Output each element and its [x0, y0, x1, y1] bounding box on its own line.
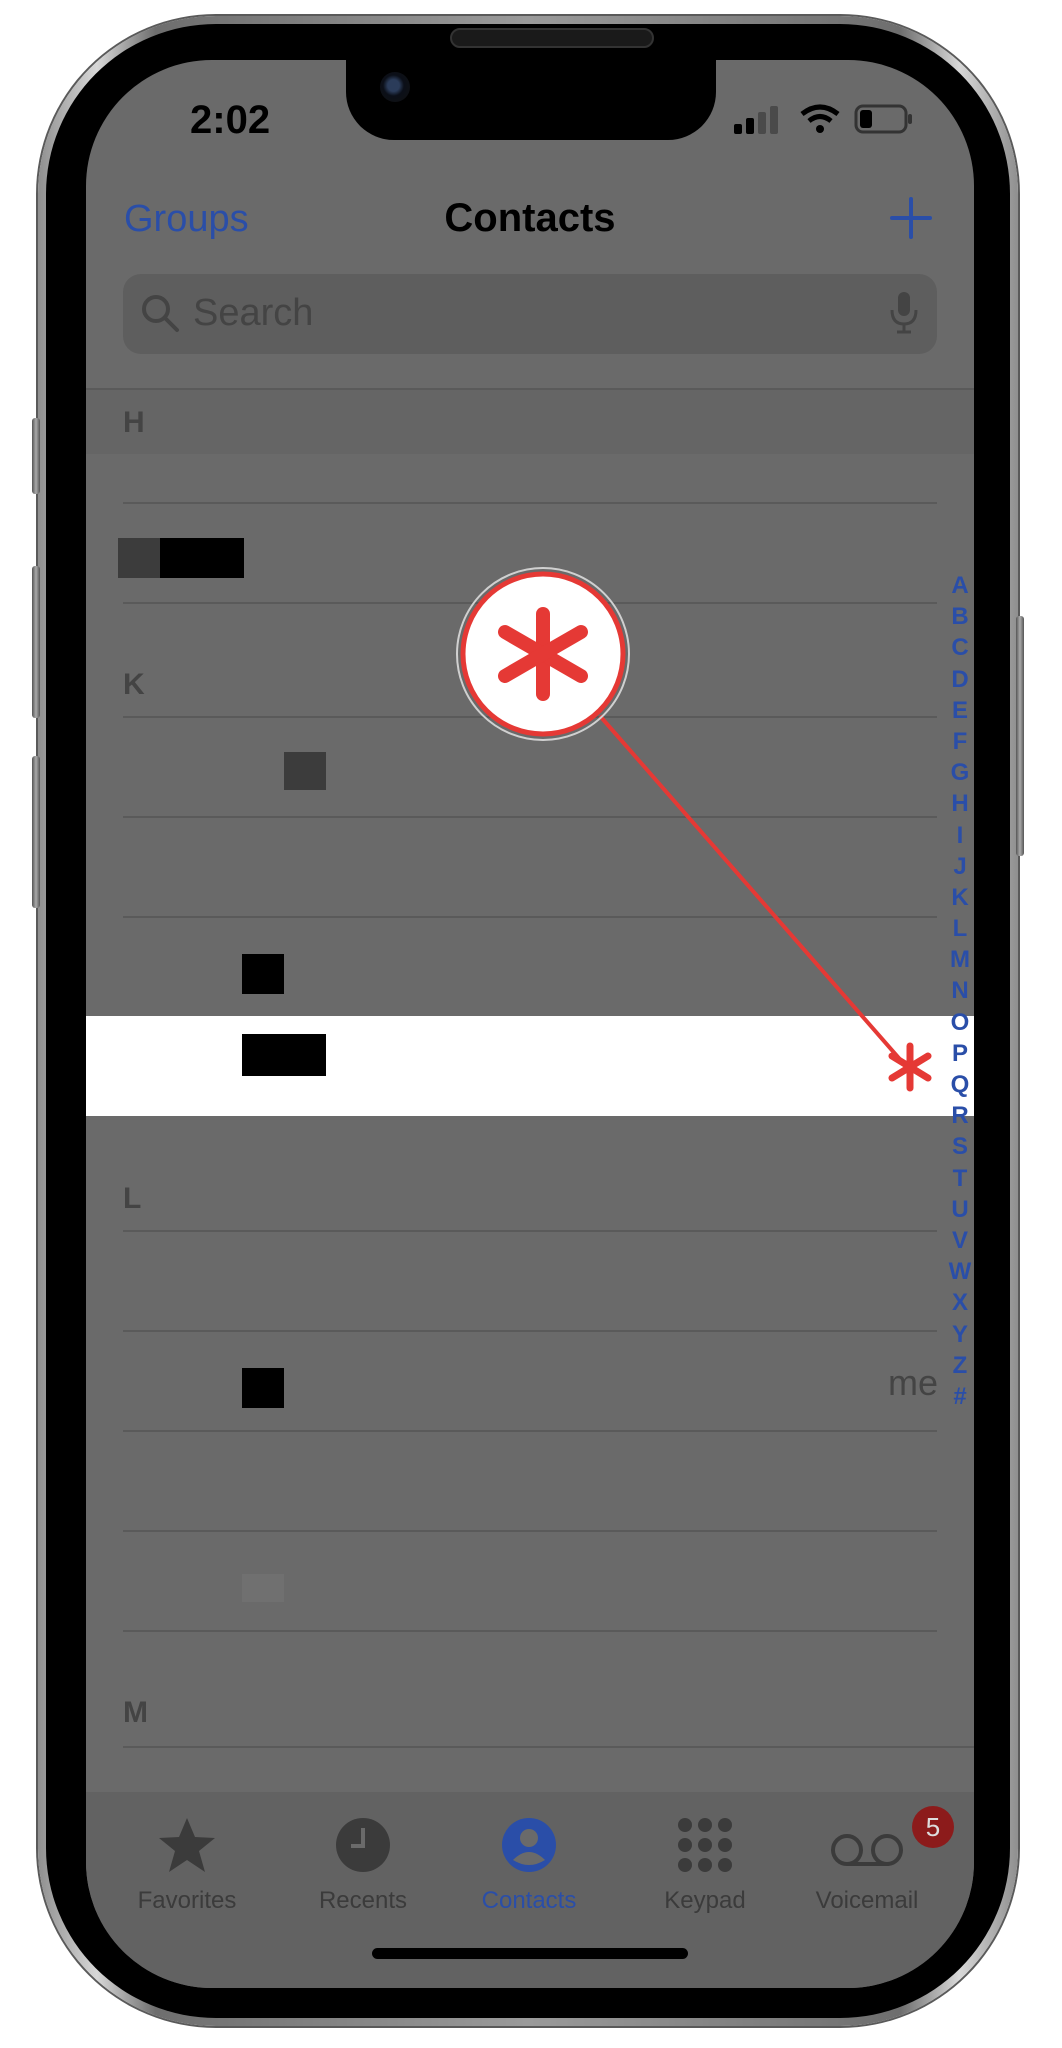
tab-label: Recents — [318, 1887, 408, 1914]
tab-recents[interactable]: Recents — [288, 1816, 438, 1915]
index-letter[interactable]: K — [948, 882, 972, 913]
side-button — [32, 418, 40, 494]
star-icon — [159, 1818, 215, 1872]
index-letter[interactable]: H — [948, 788, 972, 819]
index-letter[interactable]: I — [948, 820, 972, 851]
search-icon — [142, 295, 179, 332]
tab-label: Keypad — [664, 1887, 746, 1914]
index-letter[interactable]: A — [948, 570, 972, 601]
phone-screen: 2:02 Groups Contacts Search H K L me M A… — [86, 60, 974, 1988]
index-letter[interactable]: Q — [948, 1069, 972, 1100]
tab-label: Contacts — [481, 1887, 577, 1914]
redacted-name — [242, 954, 284, 994]
home-indicator — [372, 1948, 688, 1959]
navigation-bar: Groups Contacts — [86, 196, 974, 266]
index-letter[interactable]: W — [948, 1256, 972, 1287]
search-bar[interactable]: Search — [123, 274, 937, 354]
index-letter[interactable]: G — [948, 757, 972, 788]
wifi-icon — [800, 104, 840, 133]
highlighted-contact-row[interactable] — [86, 1016, 974, 1116]
section-letter: L — [123, 1182, 142, 1215]
tab-label: Favorites — [137, 1887, 237, 1914]
battery-icon — [854, 104, 912, 134]
clock-icon — [336, 1818, 390, 1872]
speaker-grille — [450, 28, 654, 48]
index-letter[interactable]: B — [948, 601, 972, 632]
tab-label: Voicemail — [815, 1887, 919, 1914]
redacted-name — [118, 538, 160, 578]
index-letter[interactable]: X — [948, 1287, 972, 1318]
index-letter[interactable]: R — [948, 1100, 972, 1131]
contact-row[interactable] — [86, 818, 974, 916]
status-icons — [734, 104, 912, 134]
index-letter[interactable]: O — [948, 1007, 972, 1038]
search-input[interactable]: Search — [193, 292, 313, 335]
side-button — [32, 566, 40, 718]
row-divider — [123, 602, 937, 604]
voicemail-icon — [831, 1834, 903, 1866]
front-camera — [380, 72, 410, 102]
side-button — [32, 756, 40, 908]
index-letter[interactable]: E — [948, 695, 972, 726]
contact-row[interactable] — [86, 504, 974, 602]
contact-row[interactable] — [86, 918, 974, 1016]
me-label: me — [887, 1362, 938, 1403]
index-letter[interactable]: J — [948, 851, 972, 882]
row-divider — [123, 1630, 937, 1632]
index-letter[interactable]: F — [948, 726, 972, 757]
side-button — [1016, 616, 1024, 856]
add-contact-button[interactable] — [886, 188, 936, 248]
redacted-name — [242, 1034, 326, 1076]
contact-row[interactable] — [86, 1332, 974, 1430]
tab-contacts[interactable]: Contacts — [454, 1816, 604, 1915]
contact-row[interactable] — [86, 1432, 974, 1530]
index-letter[interactable]: M — [948, 944, 972, 975]
redacted-name — [242, 1368, 284, 1408]
tab-keypad[interactable]: Keypad — [630, 1816, 780, 1915]
index-letter[interactable]: S — [948, 1131, 972, 1162]
index-letter[interactable]: T — [948, 1163, 972, 1194]
index-letter[interactable]: N — [948, 975, 972, 1006]
index-letter[interactable]: # — [948, 1381, 972, 1412]
redacted-name — [242, 1574, 284, 1602]
redacted-name — [284, 752, 326, 790]
tab-favorites[interactable]: Favorites — [112, 1816, 262, 1915]
person-icon — [502, 1818, 556, 1872]
index-letter[interactable]: V — [948, 1225, 972, 1256]
contact-row[interactable] — [86, 1532, 974, 1630]
alphabet-index[interactable]: A B C D E F G H I J K L M N O P Q R S T U V W X Y Z # — [948, 570, 972, 1412]
section-header-h: H — [86, 390, 974, 454]
contact-row[interactable] — [86, 1232, 974, 1330]
redacted-name — [160, 538, 244, 578]
row-divider — [123, 1746, 974, 1748]
microphone-icon[interactable] — [889, 290, 919, 336]
index-letter[interactable]: D — [948, 664, 972, 695]
page-title: Contacts — [444, 196, 616, 240]
keypad-icon — [678, 1818, 732, 1872]
section-letter: H — [123, 406, 145, 439]
index-letter[interactable]: Z — [948, 1350, 972, 1381]
signal-icon — [734, 106, 778, 134]
section-letter: M — [123, 1696, 148, 1729]
index-letter[interactable]: P — [948, 1038, 972, 1069]
index-letter[interactable]: C — [948, 632, 972, 663]
voicemail-badge: 5 — [912, 1806, 954, 1848]
contact-row[interactable] — [86, 718, 974, 816]
index-letter[interactable]: U — [948, 1194, 972, 1225]
index-letter[interactable]: Y — [948, 1319, 972, 1350]
section-letter: K — [123, 668, 145, 701]
index-letter[interactable]: L — [948, 913, 972, 944]
status-time: 2:02 — [190, 98, 271, 142]
